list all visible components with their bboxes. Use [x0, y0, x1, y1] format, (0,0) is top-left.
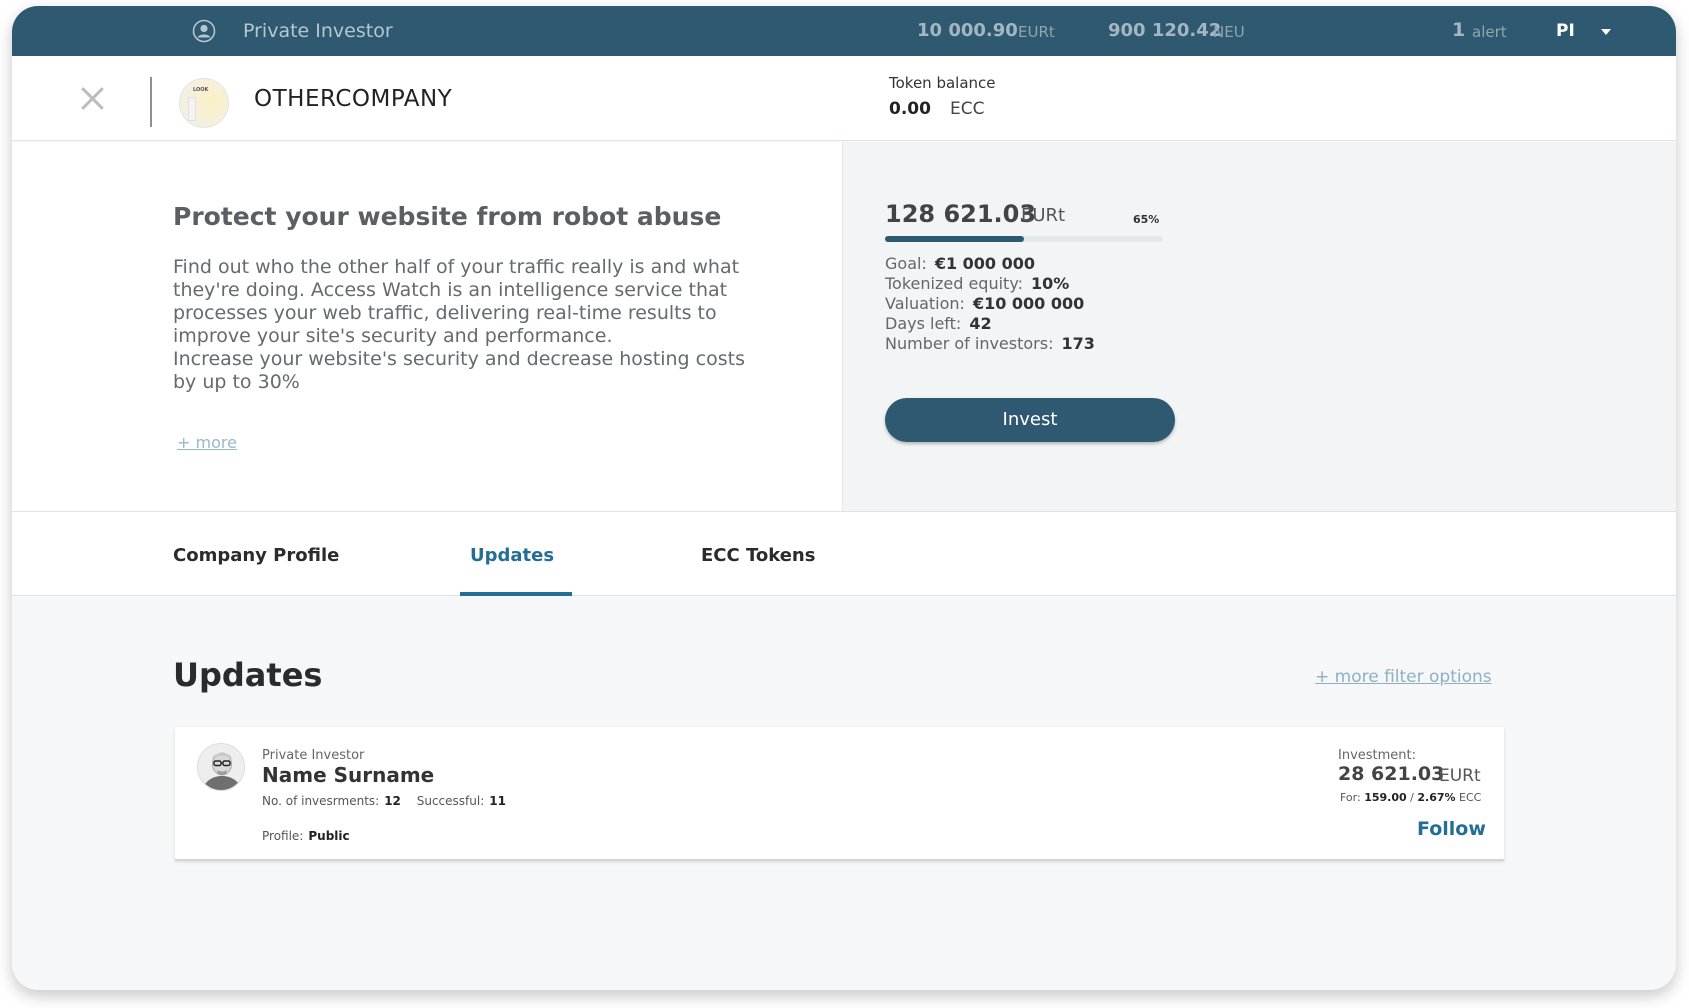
- caret-down-icon[interactable]: [1601, 29, 1611, 35]
- stat-value: 42: [969, 314, 992, 333]
- tab-bar: Company Profile Updates ECC Tokens: [12, 512, 1676, 596]
- funding-percent: 65%: [1133, 213, 1160, 226]
- neu-balance-unit: NEU: [1213, 23, 1245, 41]
- stat-value: €1 000 000: [934, 254, 1036, 273]
- amount-raised-unit: EURt: [1021, 205, 1066, 226]
- alert-count[interactable]: 1: [1452, 19, 1465, 41]
- stat-valuation: Valuation: €10 000 000: [885, 294, 1095, 314]
- successful-value: 11: [489, 794, 506, 808]
- updates-title: Updates: [173, 656, 323, 694]
- tab-updates[interactable]: Updates: [470, 545, 554, 566]
- funding-progress-fill: [885, 236, 1024, 242]
- pitch-title: Protect your website from robot abuse: [173, 202, 722, 231]
- pitch-section: Protect your website from robot abuse Fi…: [12, 142, 842, 512]
- tab-company-profile[interactable]: Company Profile: [173, 545, 339, 566]
- more-filter-options-link[interactable]: + more filter options: [1315, 667, 1492, 687]
- for-percent: 2.67%: [1417, 791, 1456, 804]
- investment-unit: EURt: [1439, 766, 1481, 786]
- investment-for: For: 159.00 / 2.67% ECC: [1340, 791, 1481, 804]
- active-tab-indicator: [460, 592, 572, 596]
- eur-balance: 10 000.90: [917, 20, 1018, 41]
- token-balance-unit: ECC: [950, 99, 985, 119]
- for-unit: ECC: [1459, 791, 1482, 804]
- person-photo-icon: [198, 744, 244, 790]
- investments-value: 12: [384, 794, 401, 808]
- successful-label: Successful:: [416, 794, 485, 808]
- company-logo: LOOK: [179, 78, 229, 128]
- company-header: LOOK OTHERCOMPANY Token balance 0.00 ECC: [12, 56, 1676, 141]
- company-name: OTHERCOMPANY: [254, 86, 453, 112]
- for-tokens: 159.00: [1364, 791, 1407, 804]
- top-bar: Private Investor 10 000.90 EURt 900 120.…: [12, 6, 1676, 56]
- tab-ecc-tokens[interactable]: ECC Tokens: [701, 545, 815, 566]
- stat-label: Number of investors:: [885, 334, 1054, 353]
- eur-balance-unit: EURt: [1018, 23, 1055, 41]
- investor-stats: No. of invesrments: 12 Successful: 11: [262, 794, 518, 808]
- update-card: Private Investor Name Surname No. of inv…: [175, 727, 1504, 861]
- stat-goal: Goal: €1 000 000: [885, 254, 1095, 274]
- alert-label[interactable]: alert: [1472, 23, 1507, 41]
- company-logo-text: LOOK: [193, 87, 209, 93]
- stat-label: Goal:: [885, 254, 927, 273]
- pitch-description: Find out who the other half of your traf…: [173, 256, 745, 393]
- app-window: Private Investor 10 000.90 EURt 900 120.…: [12, 6, 1676, 990]
- neu-balance: 900 120.42: [1108, 20, 1222, 41]
- funding-progress-bar: [885, 236, 1163, 242]
- stat-days-left: Days left: 42: [885, 314, 1095, 334]
- investments-label: No. of invesrments:: [262, 794, 380, 808]
- user-menu-initials[interactable]: PI: [1556, 21, 1575, 41]
- for-label: For:: [1340, 791, 1361, 804]
- token-balance-label: Token balance: [889, 74, 996, 92]
- investor-name[interactable]: Name Surname: [262, 763, 434, 787]
- investor-profile: Profile: Public: [262, 829, 362, 843]
- for-separator: /: [1410, 791, 1414, 804]
- investment-label: Investment:: [1338, 748, 1417, 763]
- stat-value: 173: [1061, 334, 1095, 353]
- close-icon[interactable]: [72, 78, 112, 118]
- logo-shape: [188, 97, 196, 121]
- investor-role: Private Investor: [262, 748, 365, 763]
- stat-value: €10 000 000: [972, 294, 1085, 313]
- stat-label: Tokenized equity:: [885, 274, 1024, 293]
- profile-label: Profile:: [262, 829, 304, 843]
- stat-value: 10%: [1031, 274, 1070, 293]
- avatar[interactable]: [197, 743, 245, 791]
- token-balance-value: 0.00: [889, 99, 931, 119]
- stat-tokenized-equity: Tokenized equity: 10%: [885, 274, 1095, 294]
- stat-investors: Number of investors: 173: [885, 334, 1095, 354]
- funding-stats: Goal: €1 000 000 Tokenized equity: 10% Val…: [885, 254, 1095, 354]
- more-link[interactable]: + more: [177, 433, 237, 452]
- invest-button[interactable]: Invest: [885, 398, 1175, 442]
- follow-button[interactable]: Follow: [1417, 818, 1486, 840]
- funding-panel: 128 621.03 EURt 65% Goal: €1 000 000 Toke…: [842, 142, 1676, 512]
- user-circle-icon[interactable]: [192, 19, 216, 43]
- stat-label: Valuation:: [885, 294, 965, 313]
- stat-label: Days left:: [885, 314, 962, 333]
- amount-raised: 128 621.03: [885, 200, 1037, 228]
- profile-value: Public: [308, 829, 350, 843]
- investment-amount: 28 621.03: [1338, 763, 1445, 785]
- user-role: Private Investor: [243, 20, 393, 42]
- divider: [150, 77, 152, 127]
